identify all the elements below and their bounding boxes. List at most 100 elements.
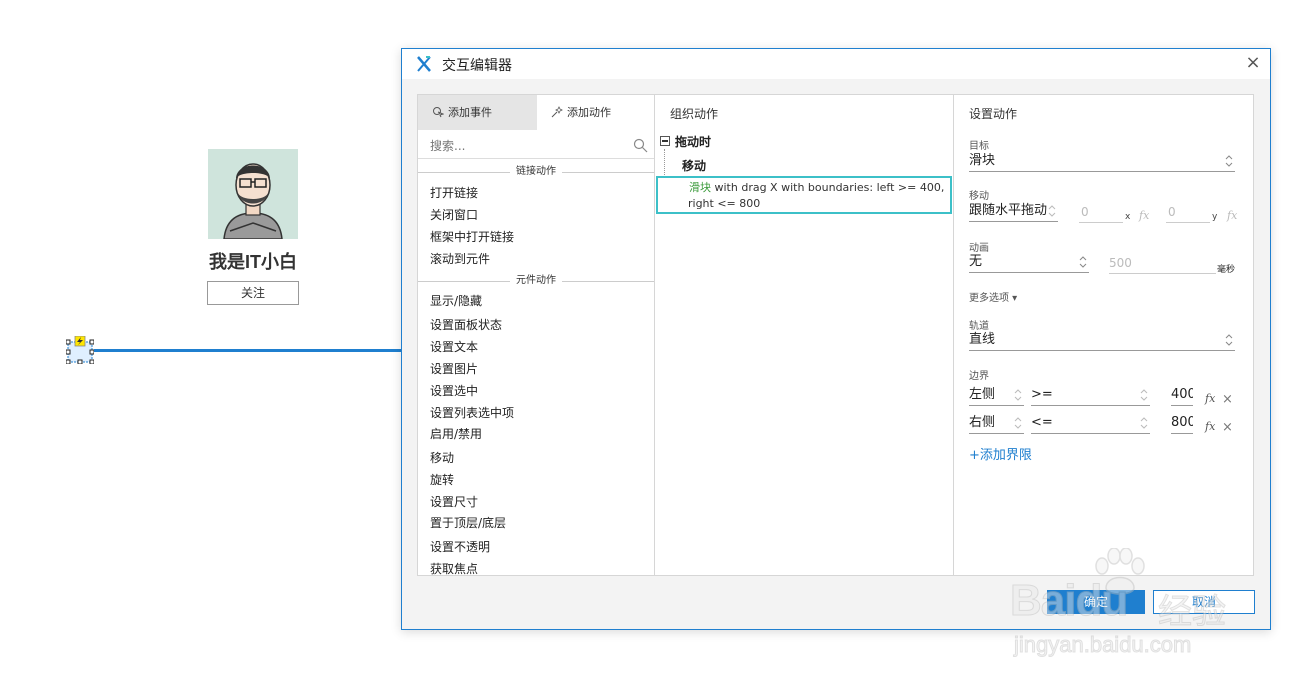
selected-action-row[interactable]: 滑块 with drag X with boundaries: left >= …: [656, 176, 952, 214]
fx-icon[interactable]: fx: [1205, 420, 1215, 433]
add-bound-link[interactable]: +添加界限: [969, 444, 1032, 463]
bound-operator-value: >=: [1031, 387, 1053, 402]
profile-name: 我是IT小白: [209, 252, 297, 272]
action-set-opacity[interactable]: 设置不透明: [430, 539, 490, 555]
move-type-select[interactable]: 跟随水平拖动: [969, 202, 1058, 222]
bound-side-value: 左侧: [969, 387, 996, 402]
action-rotate[interactable]: 旋转: [430, 472, 454, 488]
action-target: 滑块: [689, 181, 711, 194]
baidu-jingyan-watermark: Baidu 经验 jingyan.baidu.com: [1009, 548, 1270, 668]
chevron-updown-icon: [1079, 256, 1087, 268]
bounds-label: 边界: [969, 371, 989, 382]
action-set-size[interactable]: 设置尺寸: [430, 494, 478, 510]
section-link-actions: 链接动作: [418, 165, 654, 179]
axure-logo-icon: [417, 56, 431, 72]
action-set-list-selected[interactable]: 设置列表选中项: [430, 405, 514, 421]
cursor-click-icon: [433, 107, 445, 118]
panel-title: 设置动作: [969, 107, 1018, 121]
chevron-updown-icon: [1140, 417, 1148, 429]
bound-operator-select[interactable]: >=: [1031, 386, 1150, 406]
chevron-updown-icon: [1014, 389, 1022, 401]
action-move[interactable]: 移动: [430, 450, 454, 466]
search-bar: [418, 132, 654, 159]
slider-widget-icon: [65, 335, 95, 365]
more-options-toggle[interactable]: 更多选项 ▾: [969, 289, 1017, 304]
organize-actions-panel: 组织动作 拖动时 移动 滑块 with drag X with boundari…: [654, 94, 954, 576]
duration-unit: 毫秒: [1217, 265, 1236, 275]
fx-icon[interactable]: fx: [1139, 209, 1149, 222]
section-label: 元件动作: [510, 274, 562, 288]
interaction-editor-dialog: 交互编辑器 × 添加事件 添加动作 链接动作 打开链接 关闭窗口 框架中打开链接…: [401, 48, 1271, 630]
dialog-titlebar: 交互编辑器 ×: [402, 49, 1270, 79]
search-input[interactable]: [430, 136, 625, 156]
action-scroll-to[interactable]: 滚动到元件: [430, 251, 490, 267]
move-label: 移动: [969, 191, 989, 202]
action-show-hide[interactable]: 显示/隐藏: [430, 293, 482, 309]
target-value: 滑块: [969, 153, 996, 168]
bound-value-input[interactable]: 400: [1171, 386, 1193, 406]
tab-add-event-label: 添加事件: [448, 106, 492, 119]
track-select[interactable]: 直线: [969, 331, 1235, 351]
chevron-updown-icon: [1225, 334, 1233, 346]
animation-select[interactable]: 无: [969, 253, 1089, 273]
event-on-drag[interactable]: 拖动时: [675, 133, 711, 150]
fx-icon[interactable]: fx: [1227, 209, 1237, 222]
case-move[interactable]: 移动: [682, 157, 706, 174]
animation-value: 无: [969, 254, 983, 269]
library-tabs: 添加事件 添加动作: [418, 95, 656, 130]
duration-input[interactable]: 500: [1109, 254, 1216, 274]
action-focus[interactable]: 获取焦点: [430, 561, 478, 577]
action-set-text[interactable]: 设置文本: [430, 339, 478, 355]
tab-add-action-label: 添加动作: [567, 106, 611, 119]
chevron-updown-icon: [1048, 204, 1056, 218]
action-enable-disable[interactable]: 启用/禁用: [430, 426, 482, 442]
tab-add-action[interactable]: 添加动作: [537, 95, 656, 130]
bound-side-select[interactable]: 左侧: [969, 386, 1024, 406]
bound-operator-select[interactable]: <=: [1031, 414, 1150, 434]
track-value: 直线: [969, 332, 996, 347]
fx-icon[interactable]: fx: [1205, 392, 1215, 405]
bound-value-input[interactable]: 800: [1171, 414, 1193, 434]
chevron-updown-icon: [1014, 417, 1022, 429]
y-input[interactable]: 0: [1166, 203, 1210, 223]
avatar: [208, 149, 298, 239]
follow-button[interactable]: 关注: [207, 281, 299, 305]
slider-handle[interactable]: [65, 335, 95, 365]
slider-track[interactable]: [94, 349, 402, 352]
configure-action-panel: 设置动作 目标 滑块 移动 跟随水平拖动 0 x fx 0 y fx 动画 无 …: [953, 94, 1254, 576]
close-icon[interactable]: ×: [1244, 54, 1262, 72]
delete-bound-icon[interactable]: ×: [1222, 420, 1233, 435]
section-widget-actions: 元件动作: [418, 274, 654, 288]
action-set-panel-state[interactable]: 设置面板状态: [430, 317, 502, 333]
panel-title: 组织动作: [670, 107, 719, 121]
sparkle-action-icon: [551, 106, 563, 118]
tab-add-event[interactable]: 添加事件: [418, 95, 537, 130]
collapse-toggle-icon[interactable]: [660, 136, 670, 146]
watermark-product: 经验: [1158, 592, 1227, 633]
avatar-illustration: [208, 149, 298, 239]
delete-bound-icon[interactable]: ×: [1222, 392, 1233, 407]
action-description: with drag X with boundaries: left >= 400…: [711, 181, 945, 194]
bound-side-select[interactable]: 右侧: [969, 414, 1024, 434]
action-set-selected[interactable]: 设置选中: [430, 383, 478, 399]
action-set-image[interactable]: 设置图片: [430, 361, 478, 377]
dialog-title: 交互编辑器: [442, 58, 512, 74]
watermark-url: jingyan.baidu.com: [1013, 632, 1192, 658]
action-open-in-frame[interactable]: 框架中打开链接: [430, 229, 514, 245]
track-label: 轨道: [969, 321, 989, 332]
chevron-updown-icon: [1225, 155, 1233, 167]
target-select[interactable]: 滑块: [969, 152, 1235, 172]
animation-label: 动画: [969, 243, 989, 254]
search-icon[interactable]: [633, 138, 648, 153]
y-axis-label: y: [1212, 212, 1218, 222]
action-description-cont: right <= 800: [688, 197, 761, 210]
bound-operator-value: <=: [1031, 415, 1053, 430]
x-axis-label: x: [1125, 212, 1131, 222]
action-open-link[interactable]: 打开链接: [430, 185, 478, 201]
action-bring-front-back[interactable]: 置于顶层/底层: [430, 515, 506, 531]
section-label: 链接动作: [510, 165, 562, 179]
watermark-brand: Baidu: [1009, 576, 1128, 626]
action-close-window[interactable]: 关闭窗口: [430, 207, 478, 223]
move-type-value: 跟随水平拖动: [969, 203, 1048, 218]
x-input[interactable]: 0: [1079, 203, 1123, 223]
